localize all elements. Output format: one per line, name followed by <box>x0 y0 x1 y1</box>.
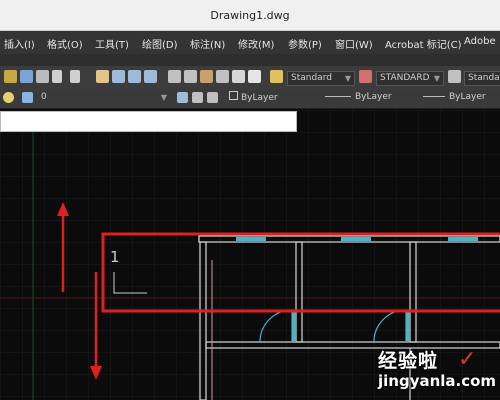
pan-icon[interactable] <box>96 70 109 83</box>
dim-style-icon <box>359 70 372 83</box>
properties-icon[interactable] <box>168 70 181 83</box>
chevron-down-icon: ▼ <box>160 93 167 102</box>
linetype-select[interactable]: ByLayer <box>322 91 416 106</box>
layer-on-icon[interactable] <box>3 92 14 103</box>
color-swatch-icon <box>229 91 238 100</box>
chevron-down-icon: ▼ <box>433 74 440 83</box>
design-center-icon[interactable] <box>184 70 197 83</box>
layers-properties-toolbar: 0 ▼ ByLayer ByLayer ByLayer <box>0 90 500 109</box>
linetype-value: ByLayer <box>355 92 392 102</box>
dim-style-select[interactable]: STANDARD ▼ <box>376 71 444 86</box>
window-3 <box>448 237 478 241</box>
watermark-text: 经验啦 <box>378 350 439 372</box>
layer-select[interactable]: 0 ▼ <box>38 91 170 106</box>
lineweight-select[interactable]: ByLayer <box>420 91 500 106</box>
layer-previous-icon[interactable] <box>192 92 203 103</box>
linetype-sample-icon <box>325 96 351 97</box>
open-icon[interactable] <box>4 70 17 83</box>
save-icon[interactable] <box>20 70 33 83</box>
lineweight-value: ByLayer <box>449 92 486 102</box>
text-style-value: Standard <box>291 73 332 83</box>
table-style-icon <box>448 70 461 83</box>
title-bar: Drawing1.dwg <box>0 0 500 31</box>
window-2 <box>341 237 371 241</box>
chevron-down-icon: ▼ <box>344 74 351 83</box>
checkmark-icon: ✓ <box>458 347 477 372</box>
menu-adobe[interactable]: Adobe <box>464 36 496 47</box>
dim-style-value: STANDARD <box>380 73 430 83</box>
annotation-value: 1 <box>110 248 120 266</box>
layer-value: 0 <box>41 92 47 102</box>
layer-state-icon[interactable] <box>207 92 218 103</box>
window-title: Drawing1.dwg <box>210 9 290 22</box>
door-leaf-1 <box>292 312 296 342</box>
lineweight-sample-icon <box>423 96 445 97</box>
layer-manager-icon[interactable] <box>177 92 188 103</box>
print-icon[interactable] <box>36 70 49 83</box>
help-icon[interactable] <box>248 70 261 83</box>
menu-draw[interactable]: 绘图(D) <box>142 36 178 51</box>
sheet-set-icon[interactable] <box>216 70 229 83</box>
table-style-value: Standard <box>468 73 500 83</box>
menu-window[interactable]: 窗口(W) <box>335 36 373 51</box>
door-leaf-2 <box>406 312 410 342</box>
text-style-select[interactable]: Standard ▼ <box>287 71 355 86</box>
ribbon-gap <box>0 54 500 66</box>
text-style-icon <box>270 70 283 83</box>
undo-icon[interactable] <box>52 70 62 83</box>
menu-format[interactable]: 格式(O) <box>47 36 83 51</box>
menu-parameter[interactable]: 参数(P) <box>288 36 322 51</box>
color-value: ByLayer <box>241 93 278 103</box>
layer-lock-icon[interactable] <box>22 92 33 103</box>
standard-toolbar: Standard▼ STANDARD▼ Standard <box>0 66 500 91</box>
zoom-previous-icon[interactable] <box>144 70 157 83</box>
redo-icon[interactable] <box>70 70 80 83</box>
menu-bar: 插入(I) 格式(O) 工具(T) 绘图(D) 标注(N) 修改(M) 参数(P… <box>0 31 500 54</box>
color-select[interactable]: ByLayer <box>226 91 318 106</box>
menu-insert[interactable]: 插入(I) <box>4 36 35 51</box>
zoom-window-icon[interactable] <box>128 70 141 83</box>
menu-tools[interactable]: 工具(T) <box>95 36 129 51</box>
calculator-icon[interactable] <box>232 70 245 83</box>
menu-dimension[interactable]: 标注(N) <box>190 36 225 51</box>
command-input[interactable] <box>0 111 297 132</box>
menu-modify[interactable]: 修改(M) <box>238 36 274 51</box>
window-1 <box>236 237 266 241</box>
tool-palettes-icon[interactable] <box>200 70 213 83</box>
menu-acrobat[interactable]: Acrobat 标记(C) <box>385 36 462 51</box>
watermark-url: jingyanla.com <box>378 372 497 390</box>
zoom-realtime-icon[interactable] <box>112 70 125 83</box>
table-style-select[interactable]: Standard <box>464 71 500 86</box>
